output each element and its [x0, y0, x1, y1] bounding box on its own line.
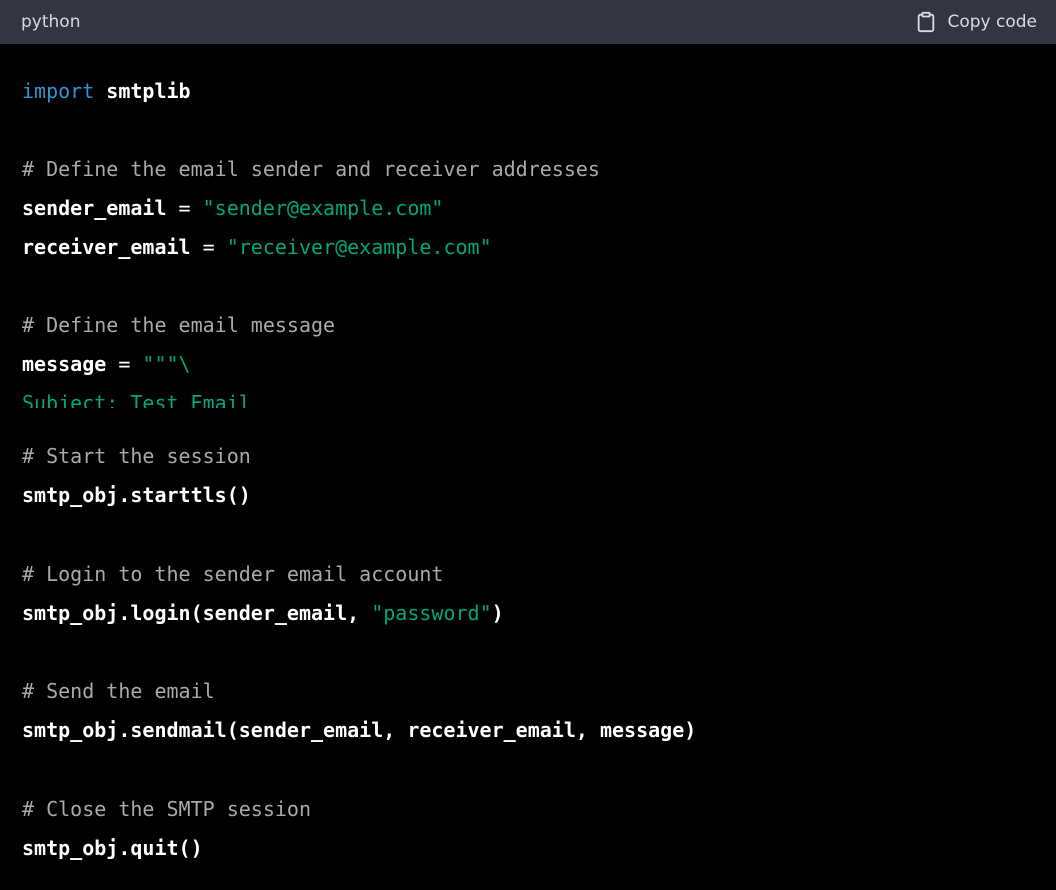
code-line: smtp_obj.starttls(): [22, 476, 1056, 515]
code-string: "sender@example.com": [202, 196, 444, 220]
code-block: python Copy code import smtplib # Define …: [0, 0, 1056, 890]
code-line: smtp_obj.sendmail(sender_email, receiver…: [22, 711, 1056, 750]
copy-code-button[interactable]: Copy code: [915, 11, 1037, 33]
code-text: smtp_obj.starttls(): [22, 483, 251, 508]
code-line: smtp_obj.login(sender_email, "password"): [22, 594, 1056, 633]
code-string: Subject: Test Email: [22, 391, 251, 408]
code-comment: # Close the SMTP session: [22, 796, 311, 821]
code-comment: # Define the email sender and receiver a…: [22, 157, 600, 181]
code-text: sender_email: [22, 196, 167, 220]
code-string: "receiver@example.com": [226, 235, 492, 259]
code-line: # Login to the sender email account: [22, 555, 1056, 594]
code-string: """\: [142, 352, 191, 376]
code-line: # Define the email message: [22, 306, 1056, 345]
code-keyword: import: [22, 79, 95, 103]
code-string: "password": [371, 600, 492, 625]
code-text: message: [22, 352, 107, 376]
code-line: # Define the email sender and receiver a…: [22, 150, 1056, 189]
code-segment-bottom: # Start the session smtp_obj.starttls() # …: [22, 437, 1056, 890]
code-line: # Close the SMTP session: [22, 790, 1056, 829]
clipboard-icon: [915, 11, 937, 33]
code-text: smtp_obj.login(sender_email,: [22, 600, 372, 625]
code-punct: =: [190, 235, 227, 259]
code-body[interactable]: import smtplib # Define the email sender …: [22, 44, 1056, 890]
code-comment: # Login to the sender email account: [22, 561, 444, 586]
copy-code-label: Copy code: [947, 12, 1037, 32]
code-punct: [94, 79, 106, 103]
code-line: receiver_email = "receiver@example.com": [22, 228, 1056, 267]
code-comment: # Start the session: [22, 444, 251, 468]
code-line: import smtplib: [22, 72, 1056, 111]
code-comment: # Send the email: [22, 679, 215, 704]
code-line: # Send the email: [22, 672, 1056, 711]
code-comment: # Define the email message: [22, 313, 336, 337]
language-label: python: [21, 12, 81, 32]
code-text: ): [491, 600, 504, 625]
code-line: message = """\: [22, 345, 1056, 384]
code-line: sender_email = "sender@example.com": [22, 189, 1056, 228]
code-punct: =: [106, 352, 143, 376]
code-text: smtplib: [106, 79, 191, 103]
code-segment-top: import smtplib # Define the email sender …: [22, 72, 1056, 408]
code-text: smtp_obj.sendmail(sender_email, receiver…: [22, 718, 697, 743]
code-header: python Copy code: [0, 0, 1056, 44]
code-line: Subject: Test Email: [22, 384, 1056, 408]
code-punct: =: [166, 196, 203, 220]
code-text: receiver_email: [22, 235, 191, 259]
code-line: # Start the session: [22, 437, 1056, 476]
code-text: smtp_obj.quit(): [22, 835, 203, 860]
code-line: smtp_obj.quit(): [22, 829, 1056, 868]
